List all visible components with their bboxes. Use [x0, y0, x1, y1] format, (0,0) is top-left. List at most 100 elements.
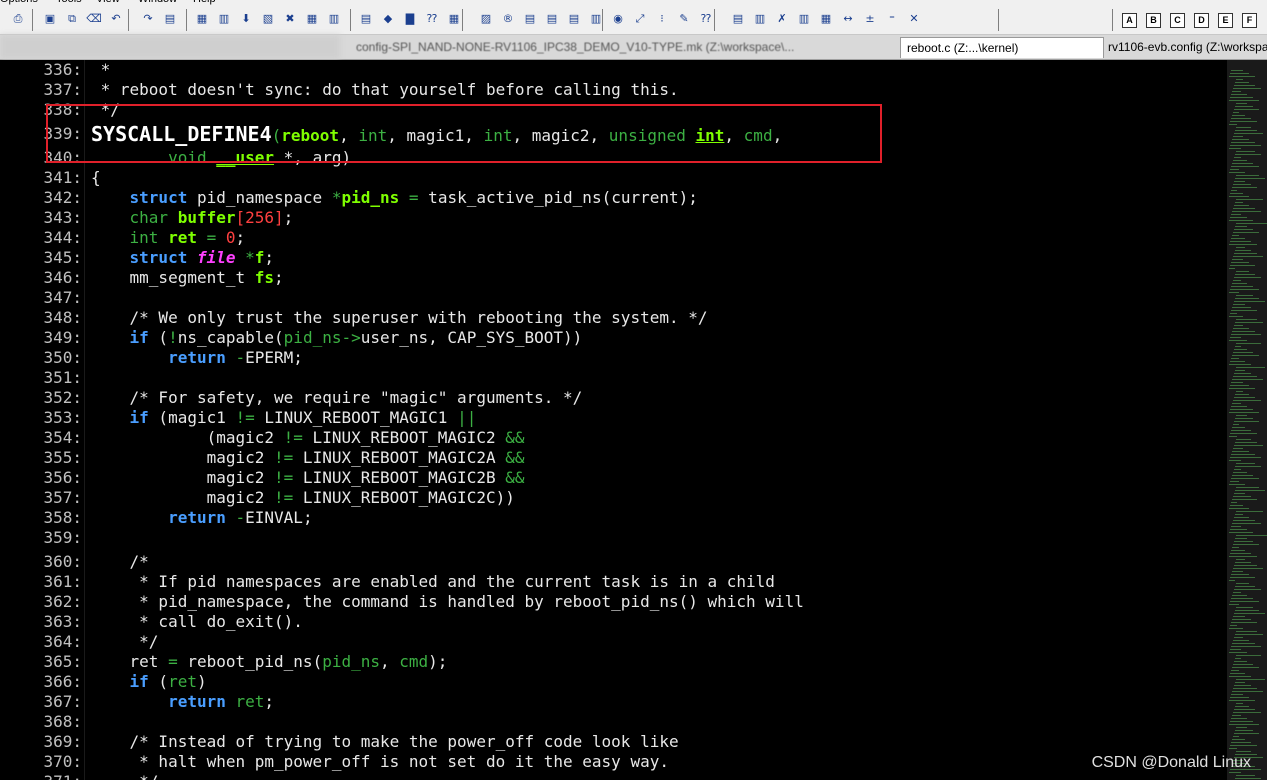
toolbar-button-icon[interactable]: ↶: [108, 11, 124, 27]
toolbar-button-icon[interactable]: ⁼: [884, 11, 900, 27]
line-number: 358:: [43, 508, 82, 527]
toolbar-letter-button-d[interactable]: D: [1194, 13, 1209, 28]
code-text: * reboot doesn't sync: do that yourself …: [91, 80, 679, 99]
code-line[interactable]: 359:: [0, 528, 1227, 548]
code-editor[interactable]: 336: * 337: * reboot doesn't sync: do tha…: [0, 60, 1227, 780]
code-line[interactable]: 361: * If pid namespaces are enabled and…: [0, 572, 1227, 592]
toolbar-button-icon[interactable]: ◆: [380, 11, 396, 27]
code-text: * pid_namespace, the command is handled …: [91, 592, 804, 611]
toolbar-button-icon[interactable]: ▦: [304, 11, 320, 27]
menu-item-options[interactable]: Options: [0, 0, 38, 5]
code-line[interactable]: 368:: [0, 712, 1227, 732]
code-line[interactable]: 357: magic2 != LINUX_REBOOT_MAGIC2C)): [0, 488, 1227, 508]
toolbar-button-icon[interactable]: ⁇: [424, 11, 440, 27]
code-line[interactable]: 353: if (magic1 != LINUX_REBOOT_MAGIC1 |…: [0, 408, 1227, 428]
toolbar-letter-button-f[interactable]: F: [1242, 13, 1257, 28]
toolbar-button-icon[interactable]: ▣: [42, 11, 58, 27]
code-line[interactable]: 354: (magic2 != LINUX_REBOOT_MAGIC2 &&: [0, 428, 1227, 448]
toolbar-letter-button-b[interactable]: B: [1146, 13, 1161, 28]
code-text: * halt when pm_power_off is not set do i…: [91, 752, 669, 771]
toolbar-button-icon[interactable]: ▤: [566, 11, 582, 27]
code-line[interactable]: 356: magic2 != LINUX_REBOOT_MAGIC2B &&: [0, 468, 1227, 488]
toolbar-letter-button-e[interactable]: E: [1218, 13, 1233, 28]
code-line[interactable]: 336: *: [0, 60, 1227, 80]
toolbar-button-icon[interactable]: ▇: [402, 11, 418, 27]
code-text: magic2 != LINUX_REBOOT_MAGIC2B &&: [91, 468, 525, 487]
toolbar-button-icon[interactable]: ▦: [818, 11, 834, 27]
toolbar-button-icon[interactable]: ✕: [906, 11, 922, 27]
toolbar-button-icon[interactable]: ▤: [522, 11, 538, 27]
code-line[interactable]: 366: if (ret): [0, 672, 1227, 692]
code-line[interactable]: 363: * call do_exit().: [0, 612, 1227, 632]
toolbar-button-icon[interactable]: ▦: [446, 11, 462, 27]
tab-rv1106-evb-config[interactable]: rv1106-evb.config (Z:\workspa: [1102, 37, 1267, 57]
tab-config-mk[interactable]: config-SPI_NAND-NONE-RV1106_IPC38_DEMO_V…: [350, 37, 812, 57]
code-text: int ret = 0;: [129, 228, 246, 247]
toolbar-button-icon[interactable]: ✗: [774, 11, 790, 27]
toolbar-button-icon[interactable]: ⌫: [86, 11, 102, 27]
code-line[interactable]: 362: * pid_namespace, the command is han…: [0, 592, 1227, 612]
code-line[interactable]: 345: struct file *f;: [0, 248, 1227, 268]
menu-item-view[interactable]: View: [96, 0, 120, 5]
line-number: 351:: [43, 368, 82, 387]
toolbar-button-icon[interactable]: ▤: [162, 11, 178, 27]
toolbar-button-icon[interactable]: ▥: [796, 11, 812, 27]
code-line[interactable]: 347:: [0, 288, 1227, 308]
toolbar-button-icon[interactable]: ▧: [260, 11, 276, 27]
toolbar-letter-button-a[interactable]: A: [1122, 13, 1137, 28]
code-line[interactable]: 348: /* We only trust the superuser with…: [0, 308, 1227, 328]
line-number: 367:: [43, 692, 82, 711]
toolbar-button-icon[interactable]: ⬇: [238, 11, 254, 27]
code-line[interactable]: 358: return -EINVAL;: [0, 508, 1227, 528]
code-line[interactable]: 346: mm_segment_t fs;: [0, 268, 1227, 288]
toolbar-button-icon[interactable]: ®: [500, 11, 516, 27]
toolbar-button-icon[interactable]: ⁇: [698, 11, 714, 27]
toolbar-button-icon[interactable]: ▤: [544, 11, 560, 27]
toolbar-button-icon[interactable]: ✖: [282, 11, 298, 27]
toolbar-button-icon[interactable]: ▥: [216, 11, 232, 27]
code-line[interactable]: 371: */: [0, 772, 1227, 780]
code-line[interactable]: 364: */: [0, 632, 1227, 652]
code-line[interactable]: 351:: [0, 368, 1227, 388]
toolbar-letter-button-c[interactable]: C: [1170, 13, 1185, 28]
toolbar-button-icon[interactable]: ▤: [730, 11, 746, 27]
code-line[interactable]: 342: struct pid_namespace *pid_ns = task…: [0, 188, 1227, 208]
menu-item-window[interactable]: Window: [138, 0, 177, 5]
code-line[interactable]: 360: /*: [0, 552, 1227, 572]
code-line[interactable]: 350: return -EPERM;: [0, 348, 1227, 368]
toolbar-button-icon[interactable]: ▥: [752, 11, 768, 27]
code-line[interactable]: 367: return ret;: [0, 692, 1227, 712]
code-text: return -EINVAL;: [168, 508, 313, 527]
toolbar-button-icon[interactable]: ▤: [358, 11, 374, 27]
code-line[interactable]: 365: ret = reboot_pid_ns(pid_ns, cmd);: [0, 652, 1227, 672]
line-number: 343:: [43, 208, 82, 227]
line-number: 348:: [43, 308, 82, 327]
toolbar-button-icon[interactable]: ◉: [610, 11, 626, 27]
code-line[interactable]: 355: magic2 != LINUX_REBOOT_MAGIC2A &&: [0, 448, 1227, 468]
toolbar-button-icon[interactable]: ▦: [194, 11, 210, 27]
toolbar-button-icon[interactable]: ↷: [140, 11, 156, 27]
toolbar-button-icon[interactable]: ⎙: [10, 11, 26, 27]
code-line[interactable]: 349: if (!ns_capable(pid_ns->user_ns, CA…: [0, 328, 1227, 348]
code-line[interactable]: 343: char buffer[256];: [0, 208, 1227, 228]
code-line[interactable]: 352: /* For safety, we require "magic" a…: [0, 388, 1227, 408]
code-line[interactable]: 370: * halt when pm_power_off is not set…: [0, 752, 1227, 772]
code-line[interactable]: 344: int ret = 0;: [0, 228, 1227, 248]
code-line[interactable]: 369: /* Instead of trying to make the po…: [0, 732, 1227, 752]
toolbar-button-icon[interactable]: ▨: [478, 11, 494, 27]
code-line[interactable]: 341: {: [0, 168, 1227, 188]
toolbar-button-icon[interactable]: ⧉: [64, 11, 80, 27]
menu-item-help[interactable]: Help: [193, 0, 216, 5]
toolbar-button-icon[interactable]: ⁝: [654, 11, 670, 27]
toolbar-button-icon[interactable]: ⤢: [632, 11, 648, 27]
toolbar-button-icon[interactable]: ↔: [840, 11, 856, 27]
toolbar-button-icon[interactable]: ±: [862, 11, 878, 27]
minimap[interactable]: [1227, 60, 1267, 780]
tab-reboot-c[interactable]: reboot.c (Z:...\kernel): [900, 37, 1104, 58]
menu-item-tools[interactable]: Tools: [56, 0, 82, 5]
line-number: 361:: [43, 572, 82, 591]
toolbar-separator: [998, 9, 999, 31]
toolbar-button-icon[interactable]: ▥: [326, 11, 342, 27]
toolbar-button-icon[interactable]: ✎: [676, 11, 692, 27]
code-line[interactable]: 337: * reboot doesn't sync: do that your…: [0, 80, 1227, 100]
